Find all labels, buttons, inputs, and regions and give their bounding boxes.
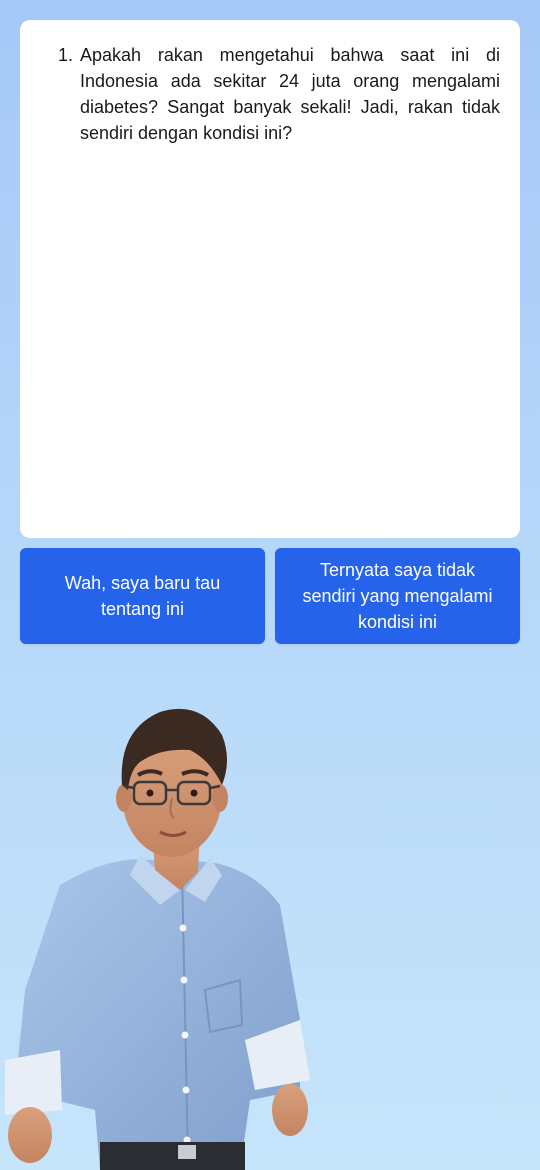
answer-button-not-alone[interactable]: Ternyata saya tidak sendiri yang mengala… bbox=[275, 548, 520, 644]
question-text: Apakah rakan mengetahui bahwa saat ini d… bbox=[80, 45, 500, 143]
answer-options: Wah, saya baru tau tentang ini Ternyata … bbox=[20, 548, 520, 644]
avatar bbox=[0, 690, 340, 1170]
answer-button-new-info[interactable]: Wah, saya baru tau tentang ini bbox=[20, 548, 265, 644]
question-card: 1. Apakah rakan mengetahui bahwa saat in… bbox=[20, 20, 520, 538]
question-number: 1. bbox=[58, 45, 74, 65]
question-item: 1. Apakah rakan mengetahui bahwa saat in… bbox=[58, 42, 500, 146]
avatar-person-illustration bbox=[5, 708, 310, 1170]
